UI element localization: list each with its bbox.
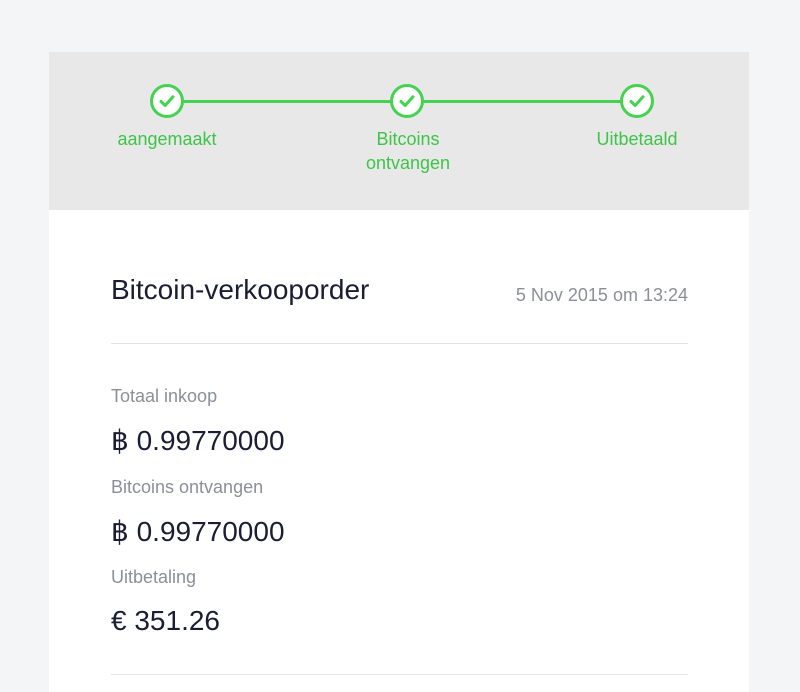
step-label-received-text: Bitcoins ontvangen [333,127,483,175]
bitcoins-received-label: Bitcoins ontvangen [111,477,264,497]
order-progress-bar: aangemaakt Bitcoins ontvangen Uitbetaald [49,52,749,210]
step-label-paid-out: Uitbetaald [596,129,678,149]
page-title: Bitcoin-verkooporder [111,274,370,305]
step-label-received: Bitcoins ontvangen [333,127,483,175]
step-label-line: Bitcoins [376,129,440,149]
step-1-check-icon [150,84,184,118]
divider-top [111,343,688,344]
divider-bottom [111,674,688,675]
step-2-check-icon [390,84,424,118]
payout-value: € 351.26 [111,605,220,636]
order-card: aangemaakt Bitcoins ontvangen Uitbetaald … [49,52,749,692]
total-purchase-value: ฿ 0.99770000 [111,425,285,456]
order-timestamp: 5 Nov 2015 om 13:24 [515,285,688,305]
step-label-line: ontvangen [365,153,451,173]
total-purchase-label: Totaal inkoop [111,386,218,406]
payout-label: Uitbetaling [111,567,197,587]
step-label-created: aangemaakt [117,129,217,149]
bitcoins-received-value: ฿ 0.99770000 [111,516,285,547]
step-3-check-icon [620,84,654,118]
